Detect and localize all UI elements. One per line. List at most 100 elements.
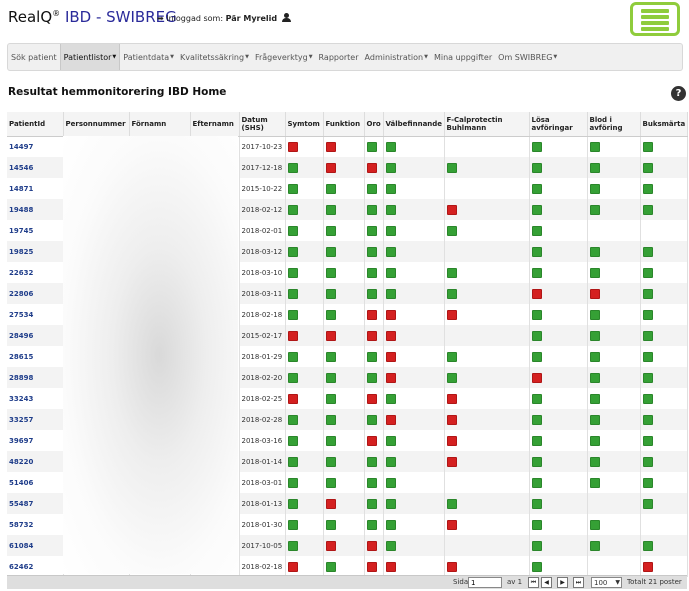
table-row[interactable]: 14871 2015-10-22 [7, 178, 688, 199]
table-row[interactable]: 19488 2018-02-12 [7, 199, 688, 220]
status-cell [587, 556, 641, 577]
status-cell [323, 367, 365, 388]
patient-id-cell[interactable]: 51406 [7, 472, 64, 493]
table-row[interactable]: 27534 2018-02-18 [7, 304, 688, 325]
table-row[interactable]: 58732 2018-01-30 [7, 514, 688, 535]
column-header[interactable]: Blod i avföring [587, 112, 641, 137]
status-cell [587, 472, 641, 493]
table-row[interactable]: 48220 2018-01-14 [7, 451, 688, 472]
table-row[interactable]: 39697 2018-03-16 [7, 430, 688, 451]
page-number-input[interactable] [468, 577, 502, 588]
status-cell [285, 157, 324, 178]
table-row[interactable]: 55487 2018-01-13 [7, 493, 688, 514]
nav-item[interactable]: Sök patient [8, 44, 60, 70]
last-page-button[interactable]: ⏭ [573, 577, 584, 588]
status-green-indicator [589, 267, 600, 278]
patient-id-cell[interactable]: 28615 [7, 346, 64, 367]
table-row[interactable]: 22806 2018-03-11 [7, 283, 688, 304]
status-cell [444, 367, 530, 388]
table-row[interactable]: 22632 2018-03-10 [7, 262, 688, 283]
patient-id-cell[interactable]: 19745 [7, 220, 64, 241]
patient-id-cell[interactable]: 28898 [7, 367, 64, 388]
redacted-cell [190, 220, 240, 241]
column-header[interactable]: Funktion [323, 112, 365, 137]
prev-page-button[interactable]: ◀ [541, 577, 552, 588]
user-icon[interactable] [281, 13, 291, 22]
status-cell [285, 556, 324, 577]
brand-title[interactable]: RealQ® IBD - SWIBREG [8, 8, 177, 26]
patient-id-cell[interactable]: 55487 [7, 493, 64, 514]
date-cell: 2018-02-18 [239, 556, 286, 577]
date-cell: 2017-12-18 [239, 157, 286, 178]
patient-id-cell[interactable]: 27534 [7, 304, 64, 325]
table-row[interactable]: 28615 2018-01-29 [7, 346, 688, 367]
table-row[interactable]: 33257 2018-02-28 [7, 409, 688, 430]
redacted-cell [129, 262, 191, 283]
logout-arrow-icon[interactable]: ➡ [157, 14, 164, 23]
patient-id-cell[interactable]: 33257 [7, 409, 64, 430]
table-row[interactable]: 19745 2018-02-01 [7, 220, 688, 241]
table-row[interactable]: 28496 2015-02-17 [7, 325, 688, 346]
column-header[interactable]: Buksmärta [640, 112, 688, 137]
patient-id-cell[interactable]: 62462 [7, 556, 64, 577]
nav-item[interactable]: Patientdata ▼ [120, 44, 177, 70]
table-row[interactable]: 28898 2018-02-20 [7, 367, 688, 388]
patient-id-cell[interactable]: 19488 [7, 199, 64, 220]
column-header[interactable]: Förnamn [129, 112, 191, 137]
next-page-button[interactable]: ▶ [557, 577, 568, 588]
column-header[interactable]: Personnummer [63, 112, 130, 137]
table-row[interactable]: 62462 2018-02-18 [7, 556, 688, 577]
status-green-indicator [325, 267, 336, 278]
patient-id-cell[interactable]: 48220 [7, 451, 64, 472]
nav-item[interactable]: Om SWIBREG ▼ [495, 44, 560, 70]
redacted-cell [190, 388, 240, 409]
table-row[interactable]: 14546 2017-12-18 [7, 157, 688, 178]
status-green-indicator [642, 351, 653, 362]
table-row[interactable]: 33243 2018-02-25 [7, 388, 688, 409]
help-icon[interactable]: ? [671, 86, 686, 101]
menu-logo-icon[interactable] [630, 2, 680, 36]
patient-id-cell[interactable]: 14546 [7, 157, 64, 178]
patient-id-cell[interactable]: 19825 [7, 241, 64, 262]
column-header[interactable]: F-Calprotectin Buhlmann [444, 112, 530, 137]
redacted-cell [63, 157, 130, 178]
status-cell [323, 304, 365, 325]
caret-down-icon: ▼ [112, 54, 117, 60]
rows-per-page-select[interactable]: 100 ▼ [591, 577, 622, 588]
patient-id-cell[interactable]: 22632 [7, 262, 64, 283]
column-header[interactable]: Efternamn [190, 112, 240, 137]
column-header[interactable]: Välbefinnande [383, 112, 445, 137]
nav-item[interactable]: Frågeverktyg ▼ [252, 44, 316, 70]
column-header[interactable]: PatientId [7, 112, 64, 137]
column-header[interactable]: Oro [364, 112, 384, 137]
patient-id-cell[interactable]: 22806 [7, 283, 64, 304]
column-header[interactable]: Lösa avföringar [529, 112, 588, 137]
patient-id-cell[interactable]: 61084 [7, 535, 64, 556]
status-green-indicator [531, 309, 542, 320]
patient-id-cell[interactable]: 28496 [7, 325, 64, 346]
first-page-button[interactable]: ⏮ [528, 577, 539, 588]
status-cell [640, 367, 688, 388]
column-header[interactable]: Symtom [285, 112, 324, 137]
patient-id-cell[interactable]: 14871 [7, 178, 64, 199]
status-cell [444, 220, 530, 241]
nav-item[interactable]: Kvalitetssäkring ▼ [177, 44, 252, 70]
status-cell [640, 388, 688, 409]
table-row[interactable]: 19825 2018-03-12 [7, 241, 688, 262]
status-cell [640, 262, 688, 283]
patient-id-cell[interactable]: 39697 [7, 430, 64, 451]
nav-item[interactable]: Administration ▼ [362, 44, 431, 70]
nav-item[interactable]: Rapporter [316, 44, 362, 70]
status-green-indicator [385, 540, 396, 551]
patient-id-cell[interactable]: 33243 [7, 388, 64, 409]
status-cell [444, 346, 530, 367]
nav-item[interactable]: Patientlistor ▼ [59, 44, 121, 70]
status-cell [364, 409, 384, 430]
table-row[interactable]: 14497 2017-10-23 [7, 136, 688, 157]
patient-id-cell[interactable]: 58732 [7, 514, 64, 535]
patient-id-cell[interactable]: 14497 [7, 136, 64, 157]
nav-item[interactable]: Mina uppgifter [431, 44, 495, 70]
table-row[interactable]: 61084 2017-10-05 [7, 535, 688, 556]
table-row[interactable]: 51406 2018-03-01 [7, 472, 688, 493]
column-header[interactable]: Datum (SHS) [239, 112, 286, 137]
